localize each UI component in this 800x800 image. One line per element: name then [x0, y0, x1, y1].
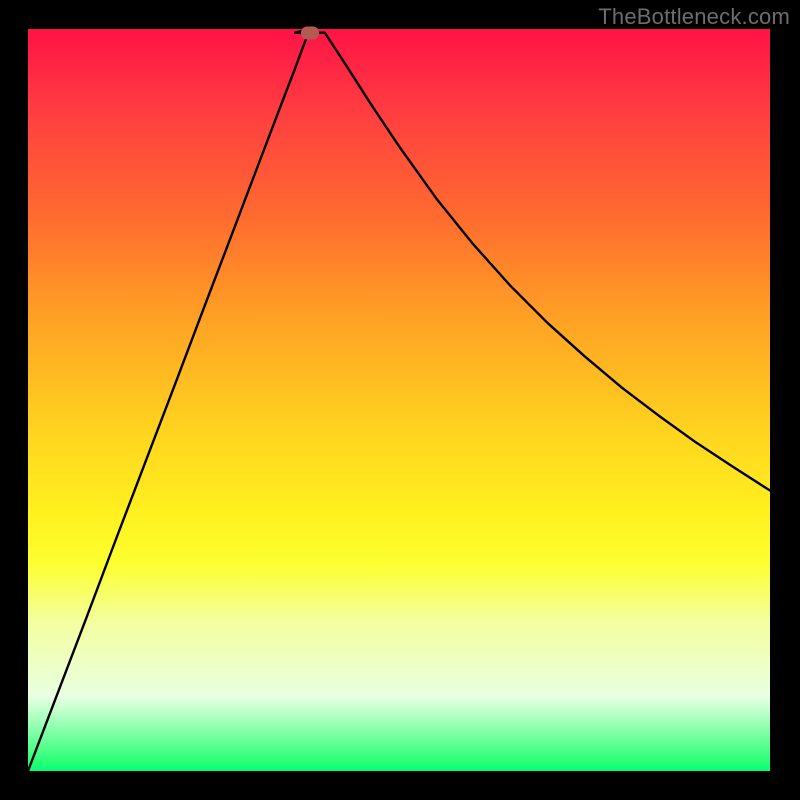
valley-marker — [301, 26, 319, 39]
watermark-text: TheBottleneck.com — [598, 4, 790, 30]
bottleneck-curve — [28, 29, 770, 771]
gradient-plot-area — [28, 29, 770, 771]
